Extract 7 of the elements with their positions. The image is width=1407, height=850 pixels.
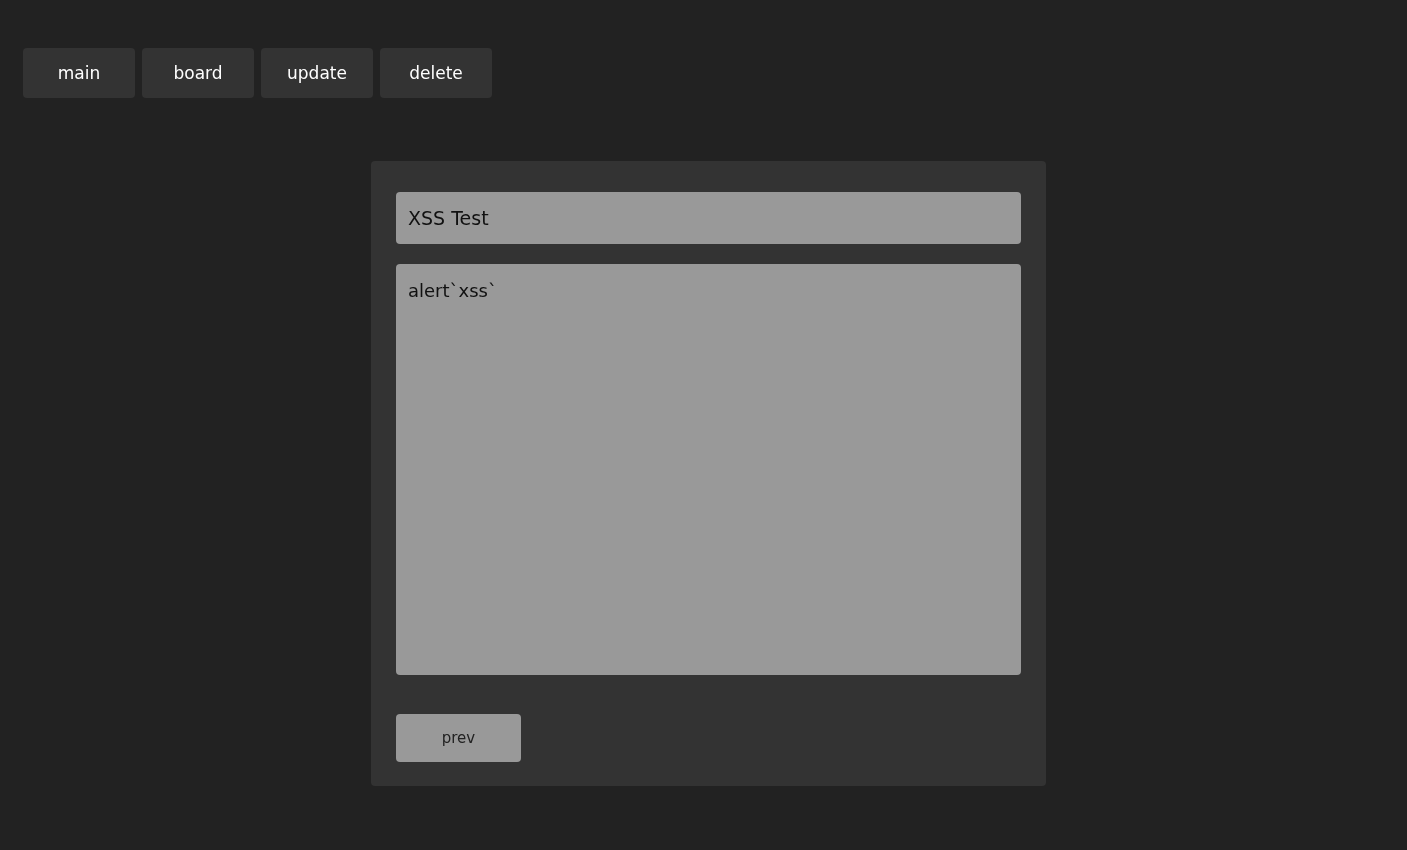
nav-button[interactable]: delete — [380, 48, 492, 98]
nav-button[interactable]: main — [23, 48, 135, 98]
content-field[interactable]: alert`xss` — [396, 264, 1021, 675]
nav-button[interactable]: update — [261, 48, 373, 98]
title-field[interactable]: XSS Test — [396, 192, 1021, 244]
nav-button[interactable]: board — [142, 48, 254, 98]
prev-button[interactable]: prev — [396, 714, 521, 762]
